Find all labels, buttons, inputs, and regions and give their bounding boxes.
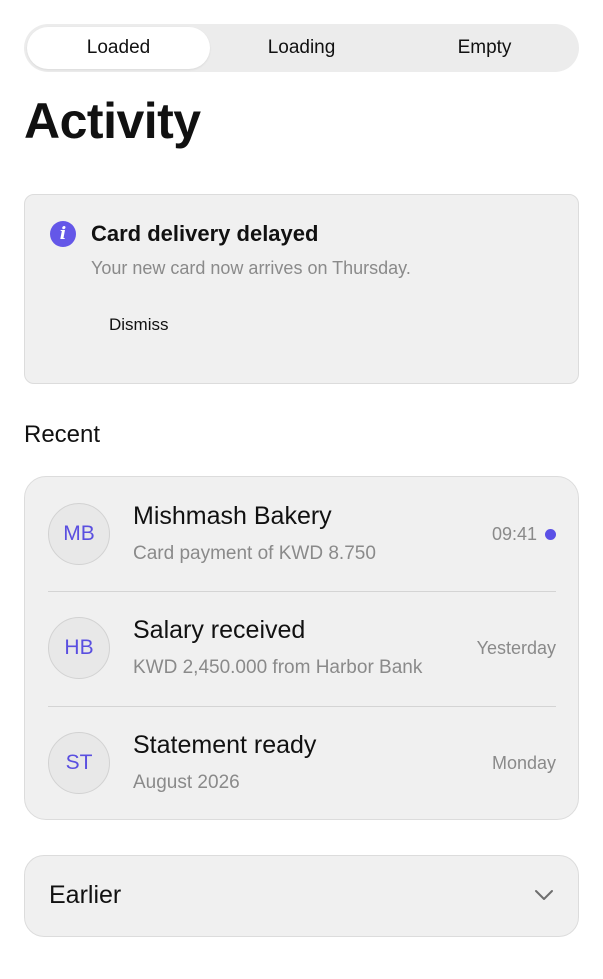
notice-body: Your new card now arrives on Thursday. — [91, 258, 411, 278]
activity-row[interactable]: MB Mishmash Bakery Card payment of KWD 8… — [25, 477, 580, 591]
segment-loading[interactable]: Loading — [210, 27, 393, 69]
activity-time-wrap: Yesterday — [477, 638, 556, 659]
activity-time: Monday — [491, 753, 556, 773]
activity-title: Salary received — [133, 616, 306, 644]
activity-subtitle: Card payment of KWD 8.750 — [133, 543, 376, 564]
activity-row[interactable]: HB Salary received KWD 2,450.000 from Ha… — [25, 591, 580, 705]
dismiss-button[interactable]: Dismiss — [101, 309, 177, 341]
segment-empty[interactable]: Empty — [393, 27, 576, 69]
notice-title: Card delivery delayed — [91, 221, 319, 246]
unread-indicator — [545, 529, 556, 540]
recent-activity-list: MB Mishmash Bakery Card payment of KWD 8… — [24, 476, 579, 820]
avatar: MB — [48, 503, 110, 565]
earlier-section-toggle[interactable]: Earlier — [24, 855, 579, 937]
notice-banner: i Card delivery delayed Your new card no… — [24, 194, 579, 384]
state-segmented-control: Loaded Loading Empty — [24, 24, 579, 72]
activity-title: Mishmash Bakery — [133, 502, 332, 530]
earlier-label: Earlier — [49, 881, 122, 909]
page-title: Activity — [24, 93, 201, 149]
avatar: ST — [48, 732, 110, 794]
segment-loaded[interactable]: Loaded — [27, 27, 210, 69]
activity-subtitle: KWD 2,450.000 from Harbor Bank — [133, 657, 423, 678]
chevron-down-icon — [535, 890, 553, 900]
recent-heading: Recent — [24, 421, 101, 448]
activity-time-wrap: Monday — [492, 753, 556, 774]
avatar: HB — [48, 617, 110, 679]
activity-time: Yesterday — [476, 638, 556, 658]
activity-time-wrap: 09:41 — [492, 524, 556, 545]
activity-title: Statement ready — [133, 731, 317, 759]
activity-time: 09:41 — [491, 524, 537, 544]
activity-row[interactable]: ST Statement ready August 2026 Monday — [25, 706, 580, 820]
activity-subtitle: August 2026 — [133, 772, 240, 793]
info-icon: i — [50, 221, 76, 247]
